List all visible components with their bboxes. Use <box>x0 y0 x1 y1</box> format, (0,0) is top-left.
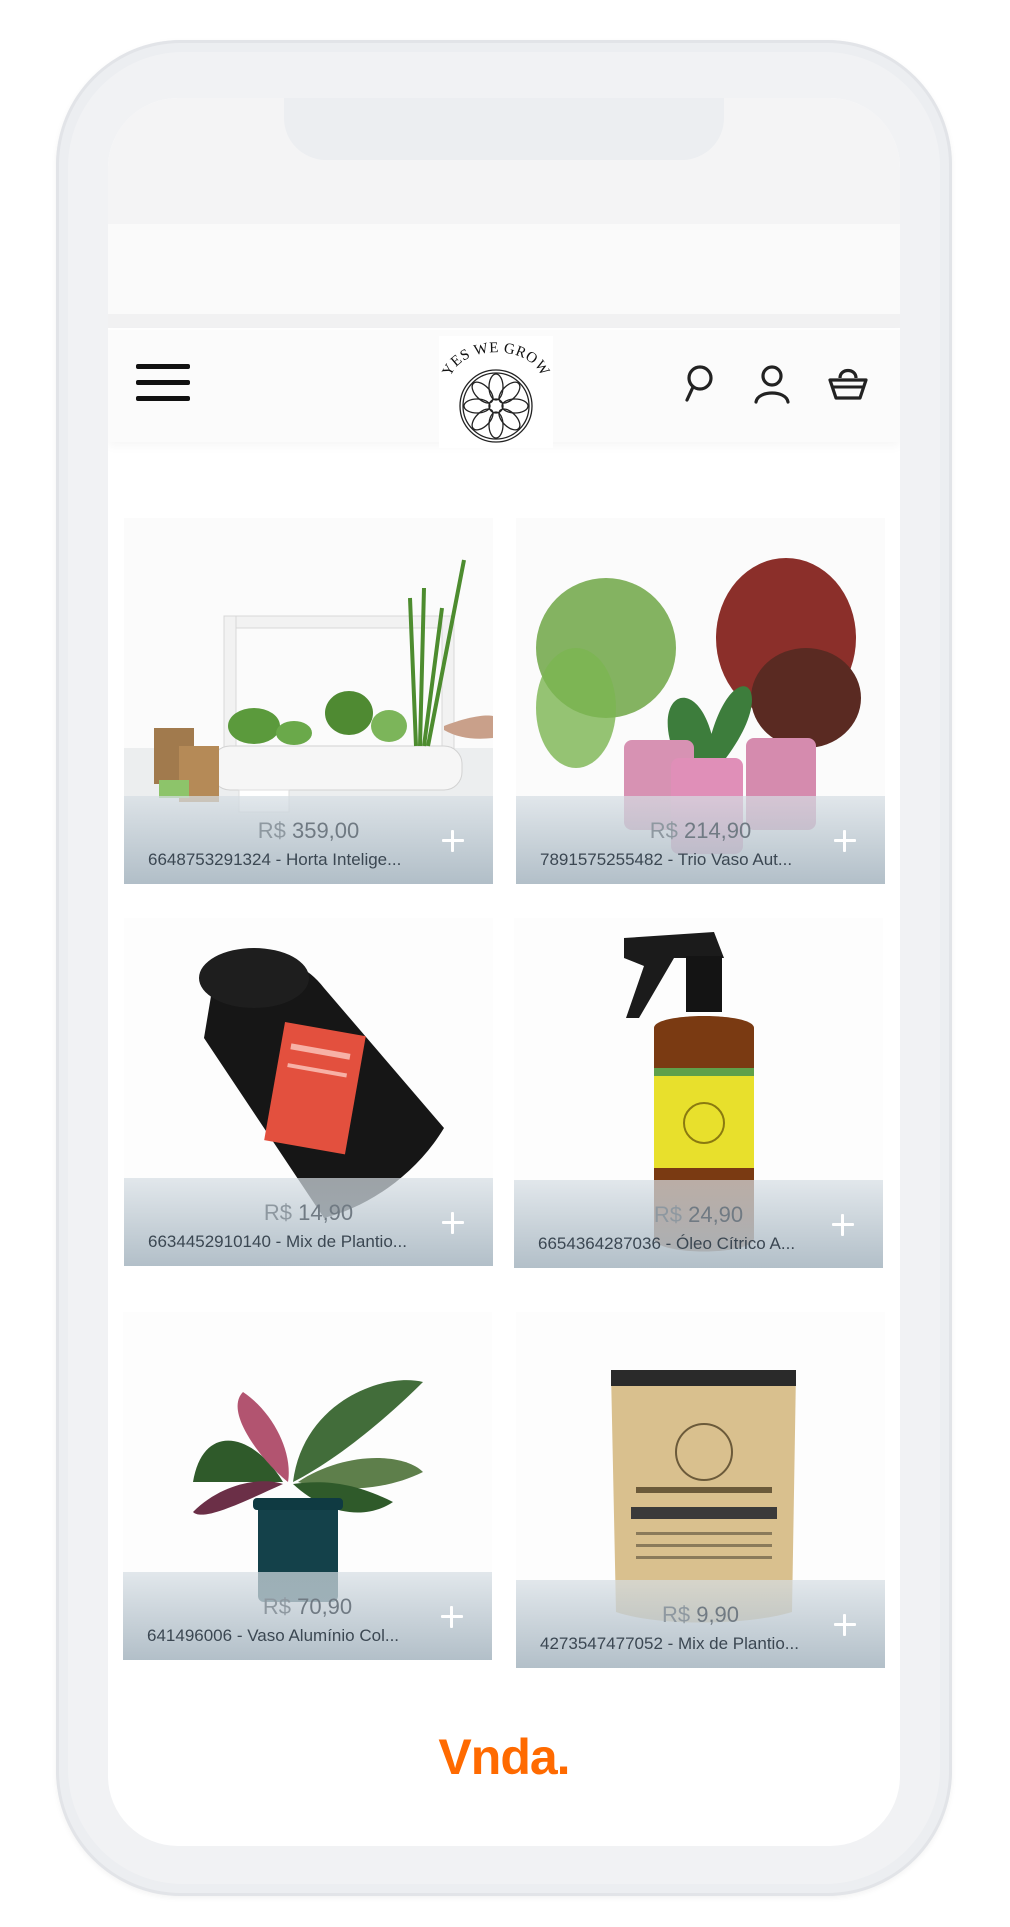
site-header: YES WE GROW <box>108 330 900 448</box>
vnda-logo: Vnda. <box>438 1729 570 1785</box>
product-price: R$ 359,00 <box>257 818 360 843</box>
product-card[interactable]: R$ 359,00 6648753291324 - Horta Intelige… <box>124 518 493 884</box>
product-title[interactable]: 6654364287036 - Óleo Cítrico A... <box>538 1234 808 1254</box>
add-to-cart-plus-icon[interactable] <box>439 826 467 854</box>
product-card[interactable]: R$ 70,90 641496006 - Vaso Alumínio Col..… <box>123 1312 492 1660</box>
product-price: R$ 9,90 <box>661 1602 740 1627</box>
product-card[interactable]: R$ 14,90 6634452910140 - Mix de Plantio.… <box>124 918 493 1266</box>
yes-we-grow-logo[interactable]: YES WE GROW <box>439 336 553 448</box>
logo-mark: YES WE GROW <box>440 340 552 443</box>
product-title[interactable]: 641496006 - Vaso Alumínio Col... <box>147 1626 417 1646</box>
product-title[interactable]: 4273547477052 - Mix de Plantio... <box>540 1634 810 1654</box>
add-to-cart-plus-icon[interactable] <box>438 1602 466 1630</box>
top-banner <box>108 224 900 314</box>
product-title[interactable]: 6648753291324 - Horta Intelige... <box>148 850 418 870</box>
divider <box>108 314 900 328</box>
shopping-basket-icon[interactable] <box>826 362 870 406</box>
search-icon[interactable] <box>676 362 720 406</box>
add-to-cart-plus-icon[interactable] <box>829 1210 857 1238</box>
phone-screen: YES WE GROW R$ 359,00 6648753291324 - Ho… <box>108 98 900 1846</box>
product-card[interactable]: R$ 9,90 4273547477052 - Mix de Plantio..… <box>516 1312 885 1668</box>
product-price: R$ 70,90 <box>262 1594 353 1619</box>
add-to-cart-plus-icon[interactable] <box>831 1610 859 1638</box>
product-price: R$ 24,90 <box>653 1202 744 1227</box>
product-card[interactable]: R$ 24,90 6654364287036 - Óleo Cítrico A.… <box>514 918 883 1268</box>
add-to-cart-plus-icon[interactable] <box>831 826 859 854</box>
phone-notch <box>284 98 724 160</box>
hamburger-menu-icon[interactable] <box>136 360 192 408</box>
product-price: R$ 214,90 <box>649 818 752 843</box>
product-title[interactable]: 7891575255482 - Trio Vaso Aut... <box>540 850 810 870</box>
user-account-icon[interactable] <box>750 362 794 406</box>
add-to-cart-plus-icon[interactable] <box>439 1208 467 1236</box>
product-card[interactable]: R$ 214,90 7891575255482 - Trio Vaso Aut.… <box>516 518 885 884</box>
product-title[interactable]: 6634452910140 - Mix de Plantio... <box>148 1232 418 1252</box>
product-price: R$ 14,90 <box>263 1200 354 1225</box>
